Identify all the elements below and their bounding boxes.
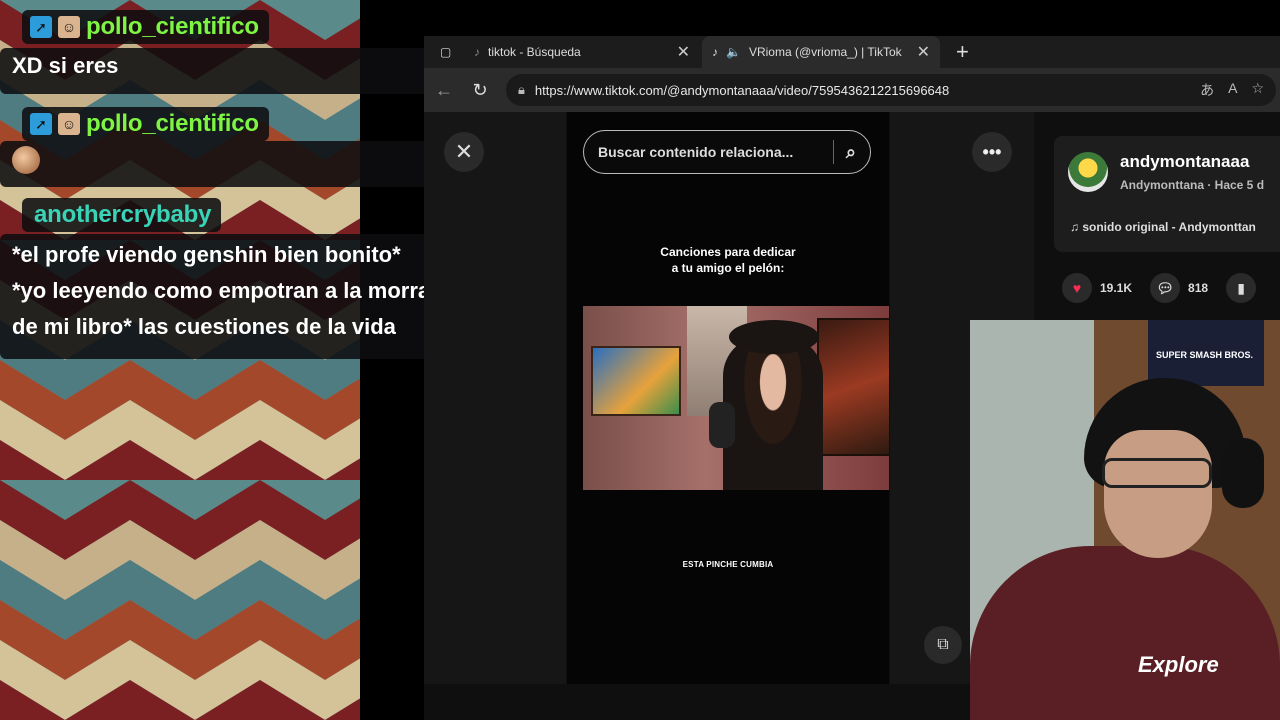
avatar-badge-icon: ☺ (58, 16, 80, 38)
like-stat[interactable]: ♥ 19.1K (1062, 273, 1132, 303)
heart-icon[interactable]: ♥ (1062, 273, 1092, 303)
tab-label: VRioma (@vrioma_) | TikTok (748, 45, 902, 59)
caption-line: Canciones para dedicar (660, 245, 796, 259)
address-bar[interactable]: 🔒︎ https://www.tiktok.com/@andymontanaaa… (506, 74, 1276, 106)
browser-toolbar: ← ↻ 🔒︎ https://www.tiktok.com/@andymonta… (424, 68, 1280, 112)
tab-label: tiktok - Búsqueda (488, 45, 581, 59)
tab-bar: ▢ ♪ tiktok - Búsqueda ✕ ♪ 🔈 VRioma (@vri… (424, 36, 1280, 68)
sound-label[interactable]: sonido original - Andymonttan (1082, 220, 1256, 234)
author-subtitle: Andymonttana · Hace 5 d (1120, 178, 1265, 192)
url-text[interactable]: https://www.tiktok.com/@andymontanaaa/vi… (535, 83, 949, 98)
poster-text: SUPER SMASH BROS. (1156, 350, 1254, 360)
chat-message: XD si eres (0, 48, 444, 94)
subscriber-badge-icon: ➚ (30, 113, 52, 135)
streamer-shirt (970, 546, 1280, 720)
tab-busqueda[interactable]: ♪ tiktok - Búsqueda ✕ (464, 36, 700, 68)
avatar-badge-icon: ☺ (58, 113, 80, 135)
painting-left (591, 346, 681, 416)
caption-line: a tu amigo el pelón: (671, 261, 785, 275)
glasses (1102, 458, 1212, 488)
read-aloud-icon[interactable]: A (1228, 80, 1237, 100)
chat-username[interactable]: pollo_cientifico (86, 110, 259, 138)
author-avatar[interactable] (1068, 152, 1108, 192)
chat-message-line: *el profe viendo genshin bien bonito* (12, 242, 401, 267)
chat-username[interactable]: anothercrybaby (34, 201, 211, 229)
tab-actions-button[interactable]: ▢ (430, 36, 460, 68)
painting-right (817, 318, 889, 456)
chat-username-pill[interactable]: anothercrybaby (22, 198, 222, 232)
arrow-left-icon: ← (435, 79, 453, 100)
tiktok-favicon-icon: ♪ (474, 45, 480, 59)
search-placeholder: Buscar contenido relaciona... (598, 144, 794, 160)
refresh-icon: ↻ (472, 79, 488, 100)
chat-username[interactable]: pollo_cientifico (86, 13, 259, 41)
singer-figure (723, 336, 823, 490)
close-icon: ✕ (454, 139, 474, 164)
engagement-bar: ♥ 19.1K 💬︎ 818 ▮ (1062, 268, 1280, 308)
streamer-face (1104, 430, 1212, 558)
chat-username-pill[interactable]: ➚ ☺ pollo_cientifico (22, 107, 269, 141)
lock-icon: 🔒︎ (518, 82, 525, 97)
subscriber-badge-icon: ➚ (30, 16, 52, 38)
close-tab-icon[interactable]: ✕ (917, 42, 930, 62)
bookmark-stat[interactable]: ▮ (1226, 273, 1257, 303)
chat-overlay: ➚ ☺ pollo_cientifico XD si eres ➚ ☺ poll… (0, 0, 470, 720)
tab-vrioma[interactable]: ♪ 🔈 VRioma (@vrioma_) | TikTok ✕ (702, 36, 940, 68)
new-tab-button[interactable]: + (946, 36, 976, 68)
close-video-button[interactable]: ✕ (444, 132, 484, 172)
sound-link[interactable]: ♫ sonido original - Andymonttan (1070, 220, 1256, 234)
like-count: 19.1K (1100, 281, 1133, 295)
music-note-icon: ♫ (1070, 220, 1079, 234)
translate-icon[interactable]: あ (1200, 80, 1214, 100)
tab-actions-icon: ▢ (440, 45, 452, 59)
streamer-webcam: SUPER SMASH BROS. Explore (970, 320, 1280, 720)
mini-player-icon: ⧉ (937, 636, 949, 653)
shirt-logo: Explore (1138, 652, 1219, 677)
chat-message (0, 141, 470, 187)
video-clip-frame (583, 306, 889, 490)
plus-icon: + (956, 39, 969, 64)
cowboy-hat (729, 320, 819, 354)
author-card: andymontanaaa Andymonttana · Hace 5 d ♫ … (1054, 136, 1280, 252)
bookmark-icon[interactable]: ▮ (1226, 273, 1257, 303)
chat-username-pill[interactable]: ➚ ☺ pollo_cientifico (22, 10, 269, 44)
chat-message-line: *yo leeyendo como empotran a la morra (12, 278, 431, 303)
comment-count: 818 (1188, 281, 1209, 295)
face-emote-icon (12, 146, 40, 174)
comment-icon[interactable]: 💬︎ (1150, 273, 1181, 303)
more-dots-icon: ••• (982, 141, 1002, 162)
favorite-star-icon[interactable]: ☆ (1251, 80, 1264, 100)
wall-poster: SUPER SMASH BROS. (1148, 320, 1264, 386)
refresh-button[interactable]: ↻ (468, 78, 492, 102)
video-player[interactable]: Buscar contenido relaciona... ⌕ Cancione… (567, 112, 889, 684)
chat-message: *el profe viendo genshin bien bonito* *y… (0, 234, 470, 359)
tiktok-favicon-icon: ♪ (712, 45, 718, 59)
search-icon[interactable]: ⌕ (846, 142, 856, 163)
back-button[interactable]: ← (432, 78, 456, 102)
comment-stat[interactable]: 💬︎ 818 (1150, 273, 1208, 303)
address-bar-actions: あ A ☆ (1200, 80, 1264, 100)
video-caption: Canciones para dedicar a tu amigo el pel… (567, 244, 889, 276)
chat-message-line: de mi libro* las cuestiones de la vida (12, 314, 396, 339)
speaker-icon[interactable]: 🔈 (726, 45, 741, 59)
microphone (709, 402, 735, 448)
chat-message-text: XD si eres (12, 53, 119, 78)
clip-overlay-text: ESTA PINCHE CUMBIA (682, 560, 774, 569)
more-options-button[interactable]: ••• (972, 132, 1012, 172)
close-tab-icon[interactable]: ✕ (677, 42, 690, 62)
left-panel: ✕ (424, 112, 566, 684)
search-divider (832, 140, 834, 164)
mini-player-button[interactable]: ⧉ (924, 626, 962, 664)
headset-icon (1222, 438, 1264, 508)
related-search-input[interactable]: Buscar contenido relaciona... ⌕ (583, 130, 871, 174)
author-handle[interactable]: andymontanaaa (1120, 152, 1249, 172)
